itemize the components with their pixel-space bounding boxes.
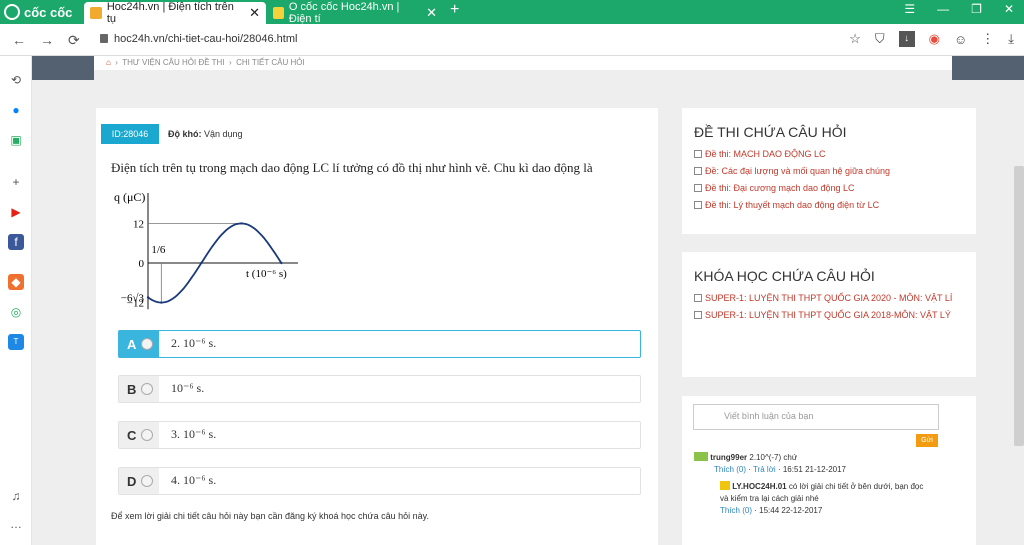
y-axis-label: q (μC) bbox=[114, 190, 145, 204]
facebook-icon[interactable]: f bbox=[8, 234, 24, 250]
charge-graph: q (μC)t (10⁻⁶ s)120−6√3−121/6 bbox=[114, 190, 298, 310]
youtube-icon[interactable]: ▶ bbox=[8, 204, 24, 220]
avatar bbox=[720, 481, 730, 490]
document-icon bbox=[694, 201, 702, 209]
tab-coccoc[interactable]: O cốc cốc Hoc24h.vn | Điện tí ✕ bbox=[267, 1, 443, 25]
option-b[interactable]: B 10⁻⁶ s. bbox=[118, 375, 641, 403]
h-favicon-icon bbox=[273, 7, 284, 19]
coccoc-icon bbox=[4, 4, 20, 20]
y-tick-label: 12 bbox=[133, 218, 144, 230]
exam-link[interactable]: Đề thi: Đại cương mạch dao động LC bbox=[682, 180, 976, 197]
window-controls: ☰ — ❐ ✕ bbox=[904, 2, 1014, 16]
y-tick-label: 0 bbox=[139, 258, 145, 270]
document-icon bbox=[694, 184, 702, 192]
x-axis-label: t (10⁻⁶ s) bbox=[246, 268, 287, 280]
more-icon[interactable]: ⋮ bbox=[981, 31, 994, 47]
exam-link[interactable]: Đề thi: Lý thuyết mạch dao động điện từ … bbox=[682, 197, 976, 214]
document-icon bbox=[694, 311, 702, 319]
comment-2: LY.HOC24H.01 có lời giải chi tiết ở bên … bbox=[720, 481, 924, 515]
hoc24h-favicon-icon bbox=[90, 7, 102, 19]
history-icon[interactable]: ⟲ bbox=[8, 72, 24, 88]
more-horizontal-icon[interactable]: … bbox=[8, 516, 24, 532]
courses-panel: KHÓA HỌC CHỨA CÂU HỎI SUPER-1: LUYỆN THI… bbox=[682, 252, 976, 377]
minimize-icon[interactable]: — bbox=[937, 2, 949, 16]
app-icon[interactable]: ◆ bbox=[8, 274, 24, 290]
close-tab-icon[interactable]: ✕ bbox=[249, 5, 260, 21]
back-icon[interactable]: ← bbox=[12, 32, 26, 48]
exam-link[interactable]: Đề: Các đại lượng và mối quan hệ giữa ch… bbox=[682, 163, 976, 180]
footnote: Để xem lời giải chi tiết câu hỏi này bạn… bbox=[111, 511, 429, 521]
document-icon bbox=[694, 167, 702, 175]
send-button[interactable]: Gửi bbox=[916, 434, 938, 447]
home-icon[interactable]: ⌂ bbox=[106, 58, 111, 67]
comment-1: trung99er 2.10^(-7) chứ Thích (0) · Trả … bbox=[694, 452, 964, 476]
header-dark-left bbox=[32, 56, 94, 80]
header-dark-right bbox=[952, 56, 1024, 80]
option-c[interactable]: C 3. 10⁻⁶ s. bbox=[118, 421, 641, 449]
address-bar: ← → ⟳ hoc24h.vn/chi-tiet-cau-hoi/28046.h… bbox=[0, 24, 1024, 56]
difficulty: Độ khó: Vận dụng bbox=[168, 129, 243, 139]
url-field[interactable]: hoc24h.vn/chi-tiet-cau-hoi/28046.html bbox=[100, 33, 297, 45]
courses-heading: KHÓA HỌC CHỨA CÂU HỎI bbox=[694, 268, 875, 284]
like-link[interactable]: Thích (0) bbox=[714, 465, 746, 474]
data-point bbox=[160, 301, 163, 304]
document-icon bbox=[694, 294, 702, 302]
account-icon[interactable]: ☺ bbox=[954, 32, 967, 47]
browser-logo[interactable]: cốc cốc bbox=[4, 3, 76, 21]
course-link[interactable]: SUPER-1: LUYỆN THI THPT QUỐC GIA 2020 - … bbox=[682, 290, 976, 307]
lock-icon bbox=[100, 34, 108, 43]
radio-icon[interactable] bbox=[141, 475, 154, 487]
download-extension-icon[interactable]: ↓ bbox=[898, 31, 915, 47]
exams-heading: ĐỀ THI CHỨA CÂU HỎI bbox=[694, 124, 847, 140]
comment-input[interactable]: Viết bình luận của bạn bbox=[693, 404, 939, 430]
data-point bbox=[146, 296, 150, 299]
notification-bell-icon[interactable]: ♫ bbox=[8, 488, 24, 504]
option-d[interactable]: D 4. 10⁻⁶ s. bbox=[118, 467, 641, 495]
chrome-extension-icon[interactable]: ◉ bbox=[929, 31, 940, 47]
document-icon bbox=[694, 150, 702, 158]
restore-icon[interactable]: ❐ bbox=[971, 2, 982, 16]
x-mark-label: 1/6 bbox=[151, 244, 166, 256]
breadcrumb-library[interactable]: THƯ VIỆN CÂU HỎI ĐỀ THI bbox=[122, 58, 224, 67]
close-tab-icon[interactable]: ✕ bbox=[426, 5, 437, 21]
scrollbar[interactable] bbox=[1014, 166, 1024, 446]
radio-icon[interactable] bbox=[141, 383, 154, 395]
breadcrumb: ⌂ › THƯ VIỆN CÂU HỎI ĐỀ THI › CHI TIẾT C… bbox=[94, 56, 952, 70]
new-tab-button[interactable]: + bbox=[450, 1, 459, 19]
y-tick-label: −12 bbox=[127, 298, 144, 310]
toolbar-icons: ☆ ⛉ ↓ ◉ ☺ ⋮ ⤓ bbox=[849, 31, 1014, 47]
exams-panel: ĐỀ THI CHỨA CÂU HỎI Đề thi: MẠCH DAO ĐỘN… bbox=[682, 108, 976, 234]
question-id-badge: ID:28046 bbox=[101, 124, 159, 144]
add-icon[interactable]: + bbox=[8, 174, 24, 190]
comments-panel: Viết bình luận của bạn Gửi trung99er 2.1… bbox=[682, 396, 976, 545]
course-link[interactable]: SUPER-1: LUYỆN THI THPT QUỐC GIA 2018-MÔ… bbox=[682, 307, 976, 324]
radio-icon[interactable] bbox=[141, 338, 154, 350]
breadcrumb-detail: CHI TIẾT CÂU HỎI bbox=[236, 58, 305, 67]
data-point bbox=[240, 222, 243, 225]
data-point bbox=[200, 261, 203, 265]
question-text: Điện tích trên tụ trong mạch dao động LC… bbox=[111, 160, 593, 175]
game-icon[interactable]: ▣ bbox=[8, 132, 24, 148]
map-icon[interactable]: ◎ bbox=[8, 304, 24, 320]
avatar bbox=[694, 452, 708, 461]
close-window-icon[interactable]: ✕ bbox=[1004, 2, 1014, 16]
messenger-icon[interactable]: ● bbox=[8, 102, 24, 118]
shield-icon[interactable]: ⛉ bbox=[875, 31, 885, 47]
tab-bar: cốc cốc Hoc24h.vn | Điện tích trên tụ ✕ O… bbox=[0, 0, 1024, 25]
forward-icon[interactable]: → bbox=[40, 32, 54, 48]
exam-link[interactable]: Đề thi: MẠCH DAO ĐỘNG LC bbox=[682, 146, 976, 163]
tab-hoc24h[interactable]: Hoc24h.vn | Điện tích trên tụ ✕ bbox=[84, 1, 266, 25]
menu-icon[interactable]: ☰ bbox=[904, 2, 915, 16]
option-a[interactable]: A 2. 10⁻⁶ s. bbox=[118, 330, 641, 358]
data-point bbox=[280, 261, 283, 265]
reply-link[interactable]: Trả lời bbox=[753, 465, 776, 474]
download-icon[interactable]: ⤓ bbox=[1008, 31, 1014, 47]
browser-sidebar: ⟲ ● ▣ + ▶ f ◆ ◎ T ♫ … bbox=[0, 56, 32, 545]
radio-icon[interactable] bbox=[141, 429, 154, 441]
star-icon[interactable]: ☆ bbox=[849, 31, 861, 47]
like-link[interactable]: Thích (0) bbox=[720, 506, 752, 515]
tiki-icon[interactable]: T bbox=[8, 334, 24, 350]
reload-icon[interactable]: ⟳ bbox=[68, 32, 80, 49]
